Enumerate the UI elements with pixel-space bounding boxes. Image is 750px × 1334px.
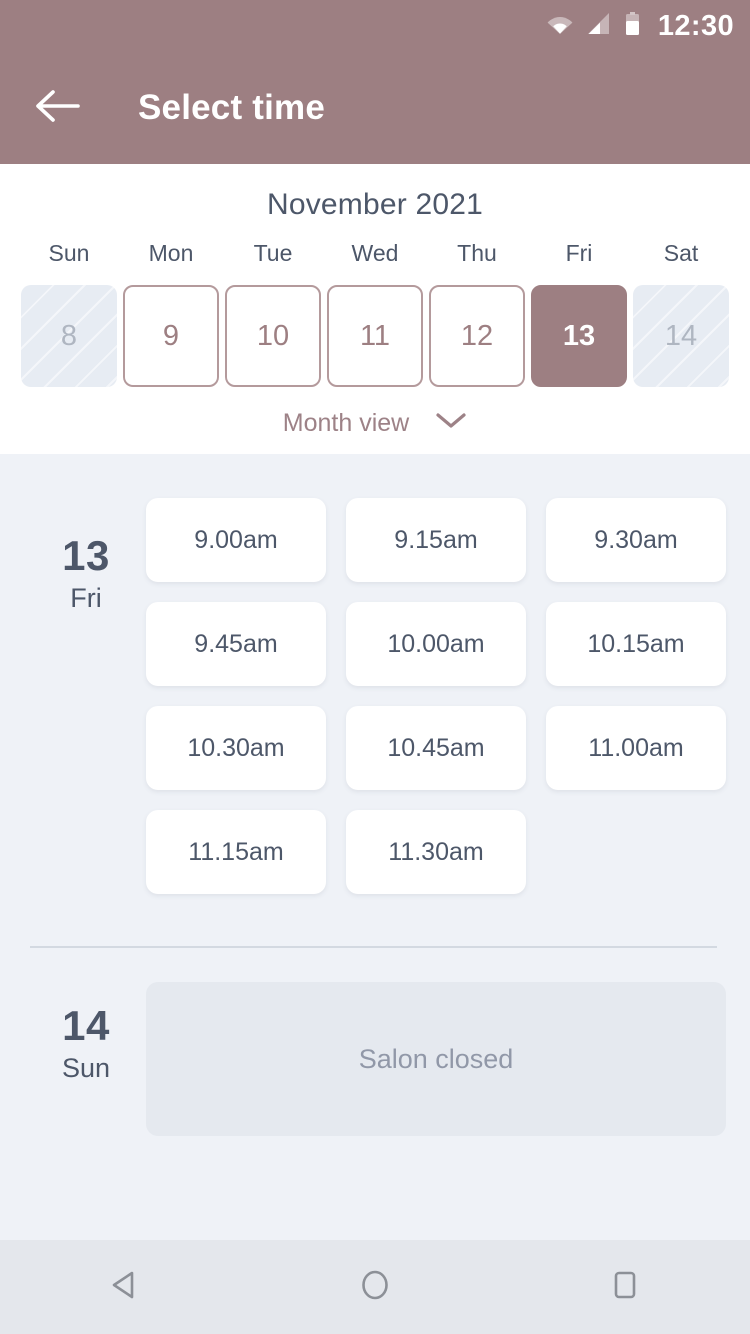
- schedule-list: 13 Fri 9.00am 9.15am 9.30am 9.45am 10.00…: [0, 454, 750, 1240]
- cellular-signal-icon: [587, 12, 611, 40]
- time-slot[interactable]: 10.15am: [546, 602, 726, 686]
- time-slot-grid: 9.00am 9.15am 9.30am 9.45am 10.00am 10.1…: [146, 486, 726, 894]
- time-slot[interactable]: 10.45am: [346, 706, 526, 790]
- weekday-label: Sun: [48, 240, 90, 266]
- nav-recents-button[interactable]: [565, 1240, 685, 1334]
- schedule-day-group: 13 Fri 9.00am 9.15am 9.30am 9.45am 10.00…: [0, 486, 750, 894]
- calendar-day-cell: 8: [21, 285, 117, 387]
- calendar-week-row: 8 9 10 11 12 13 14: [0, 267, 750, 387]
- schedule-day-number: 14: [62, 1002, 110, 1049]
- weekday-label: Thu: [457, 240, 497, 266]
- app-bar: Select time: [0, 52, 750, 164]
- page-title: Select time: [138, 88, 326, 127]
- time-slot[interactable]: 10.00am: [346, 602, 526, 686]
- wifi-icon: [547, 14, 573, 39]
- time-slot[interactable]: 9.30am: [546, 498, 726, 582]
- schedule-day-of-week: Fri: [70, 583, 102, 614]
- calendar-day-cell-selected[interactable]: 13: [531, 285, 627, 387]
- time-slot[interactable]: 9.00am: [146, 498, 326, 582]
- nav-back-button[interactable]: [65, 1240, 185, 1334]
- screen-select-time: 12:30 Select time November 2021 Sun Mon …: [0, 0, 750, 1334]
- time-slot[interactable]: 10.30am: [146, 706, 326, 790]
- weekday-label: Mon: [148, 240, 194, 266]
- calendar-day-cell: 14: [633, 285, 729, 387]
- weekday-label: Tue: [253, 240, 293, 266]
- calendar-panel: November 2021 Sun Mon Tue Wed Thu Fri Sa…: [0, 164, 750, 454]
- schedule-day-label: 13 Fri: [36, 486, 136, 619]
- calendar-day-cell[interactable]: 12: [429, 285, 525, 387]
- time-slot[interactable]: 11.15am: [146, 810, 326, 894]
- status-bar-clock: 12:30: [657, 9, 734, 42]
- calendar-month-title: November 2021: [266, 188, 484, 221]
- weekday-label: Wed: [351, 240, 399, 266]
- back-triangle-icon: [107, 1267, 143, 1308]
- nav-home-button[interactable]: [315, 1240, 435, 1334]
- time-slot[interactable]: 11.30am: [346, 810, 526, 894]
- salon-closed-banner: Salon closed: [146, 982, 726, 1136]
- calendar-weekday-header: Sun Mon Tue Wed Thu Fri Sat: [0, 240, 750, 267]
- status-bar: 12:30: [0, 0, 750, 52]
- chevron-down-icon: [435, 412, 467, 435]
- battery-icon: [625, 11, 640, 41]
- schedule-day-number: 13: [62, 532, 110, 579]
- weekday-label: Sat: [663, 240, 699, 266]
- calendar-day-cell[interactable]: 10: [225, 285, 321, 387]
- android-navigation-bar: [0, 1240, 750, 1334]
- calendar-day-cell[interactable]: 11: [327, 285, 423, 387]
- home-circle-icon: [357, 1267, 393, 1308]
- time-slot[interactable]: 9.15am: [346, 498, 526, 582]
- calendar-day-cell[interactable]: 9: [123, 285, 219, 387]
- schedule-day-label: 14 Sun: [36, 982, 136, 1089]
- time-slot[interactable]: 9.45am: [146, 602, 326, 686]
- schedule-day-of-week: Sun: [61, 1053, 111, 1084]
- schedule-day-group: 14 Sun Salon closed: [0, 948, 750, 1136]
- arrow-left-icon: [36, 89, 80, 128]
- weekday-label: Fri: [565, 240, 593, 266]
- back-button[interactable]: [30, 80, 86, 136]
- time-slot[interactable]: 11.00am: [546, 706, 726, 790]
- month-view-toggle[interactable]: Month view: [0, 409, 750, 438]
- recents-square-icon: [607, 1267, 643, 1308]
- month-view-toggle-label: Month view: [282, 409, 410, 437]
